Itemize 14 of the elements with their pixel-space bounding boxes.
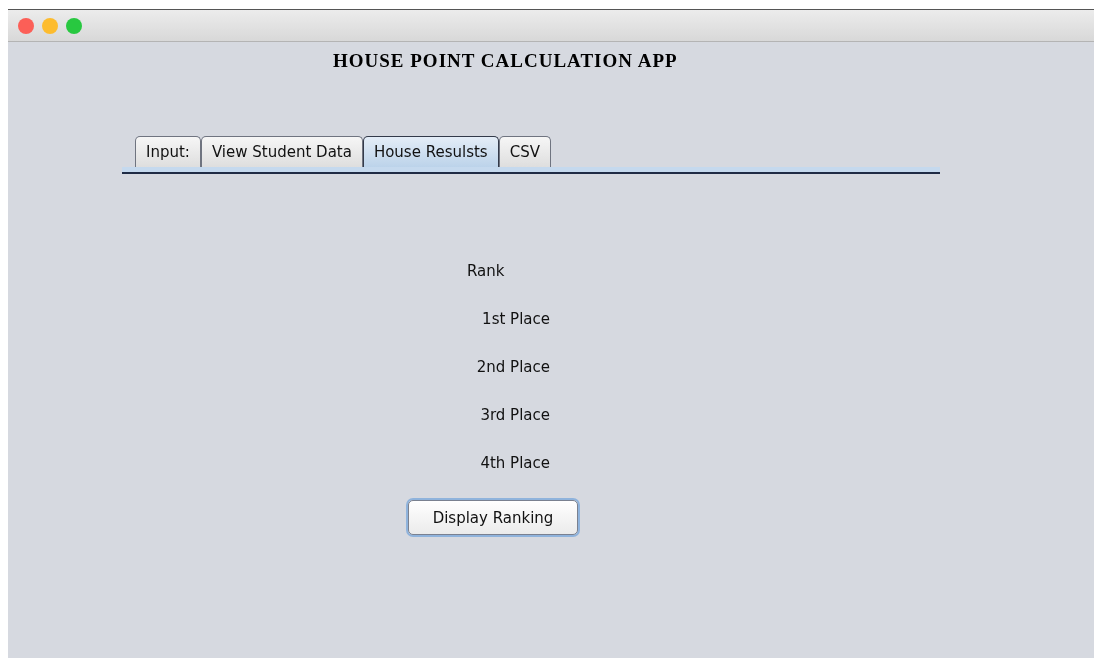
display-ranking-button[interactable]: Display Ranking bbox=[408, 500, 578, 535]
tab[interactable]: House Resulsts bbox=[362, 136, 499, 167]
rank-label: Rank bbox=[467, 262, 505, 280]
app-title: HOUSE POINT CALCULATION APP bbox=[333, 49, 678, 72]
tab[interactable]: CSV bbox=[498, 136, 551, 167]
tab[interactable]: View Student Data bbox=[200, 136, 363, 167]
place-label: 2nd Place bbox=[476, 358, 550, 376]
minimize-icon[interactable] bbox=[42, 17, 58, 34]
place-label: 3rd Place bbox=[480, 406, 550, 424]
tab[interactable]: Input: bbox=[135, 136, 201, 167]
place-label: 4th Place bbox=[480, 454, 550, 472]
place-label: 1st Place bbox=[482, 310, 550, 328]
maximize-icon[interactable] bbox=[66, 17, 82, 34]
close-icon[interactable] bbox=[18, 17, 34, 34]
